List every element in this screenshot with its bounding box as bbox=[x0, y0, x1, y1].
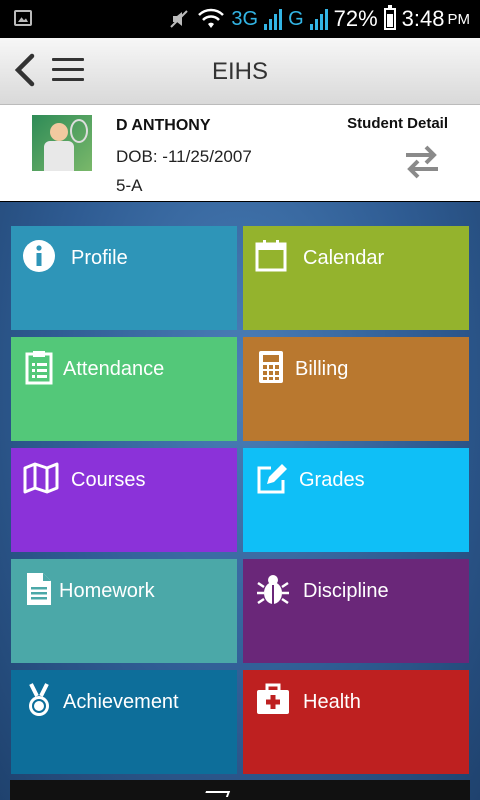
student-class: 5-A bbox=[116, 176, 143, 195]
tile-achievement[interactable]: Achievement bbox=[11, 670, 237, 774]
medal-icon bbox=[29, 683, 49, 716]
tile-billing[interactable]: Billing bbox=[243, 337, 469, 441]
app-title: EIHS bbox=[211, 58, 268, 85]
tile-label: Achievement bbox=[63, 691, 179, 713]
status-bar: 3G G 72% 3:48 PM bbox=[0, 0, 480, 38]
network-type: 3G bbox=[231, 7, 259, 30]
clock-time: 3:48 bbox=[401, 6, 445, 31]
switch-student-icon[interactable] bbox=[402, 142, 442, 182]
battery-icon bbox=[383, 5, 396, 30]
status-icons: 3G G 72% 3:48 PM bbox=[167, 4, 470, 34]
bug-icon bbox=[257, 575, 289, 605]
battery-percent: 72% bbox=[333, 6, 378, 31]
edit-icon bbox=[257, 464, 287, 494]
wifi-icon bbox=[198, 8, 225, 28]
tile-attendance[interactable]: Attendance bbox=[11, 337, 237, 441]
tile-courses[interactable]: Courses bbox=[11, 448, 237, 552]
tile-profile[interactable]: Profile bbox=[11, 226, 237, 330]
tile-label: Grades bbox=[299, 469, 365, 491]
first-aid-icon bbox=[257, 683, 289, 714]
student-detail-label: Student Detail bbox=[347, 115, 448, 132]
calculator-icon bbox=[259, 351, 283, 383]
tile-label: Health bbox=[303, 691, 361, 713]
map-icon bbox=[23, 462, 59, 494]
student-name: D ANTHONY bbox=[116, 117, 211, 134]
forward-arrow-icon bbox=[203, 791, 231, 797]
info-icon bbox=[23, 240, 55, 272]
bottom-bar[interactable] bbox=[10, 780, 470, 800]
signal-icon-2 bbox=[309, 8, 328, 30]
student-dob: DOB: -11/25/2007 bbox=[116, 147, 252, 166]
tile-homework[interactable]: Homework bbox=[11, 559, 237, 663]
app-bar: EIHS bbox=[0, 38, 480, 105]
tile-label: Calendar bbox=[303, 247, 385, 269]
document-icon bbox=[27, 573, 51, 605]
tile-calendar[interactable]: Calendar bbox=[243, 226, 469, 330]
tile-grades[interactable]: Grades bbox=[243, 448, 469, 552]
tile-label: Courses bbox=[71, 469, 146, 491]
tile-label: Attendance bbox=[63, 358, 165, 380]
clipboard-icon bbox=[25, 351, 53, 385]
network-type-2: G bbox=[288, 7, 304, 30]
gallery-notification-icon bbox=[14, 10, 32, 26]
student-avatar bbox=[32, 115, 92, 171]
tile-label: Homework bbox=[59, 580, 155, 602]
tile-health[interactable]: Health bbox=[243, 670, 469, 774]
mute-icon bbox=[170, 10, 189, 28]
tile-label: Discipline bbox=[303, 580, 389, 602]
tile-discipline[interactable]: Discipline bbox=[243, 559, 469, 663]
signal-icon bbox=[264, 8, 283, 30]
tile-label: Billing bbox=[295, 358, 349, 380]
tile-label: Profile bbox=[71, 247, 128, 269]
calendar-icon bbox=[255, 240, 287, 272]
clock-ampm: PM bbox=[447, 10, 471, 28]
